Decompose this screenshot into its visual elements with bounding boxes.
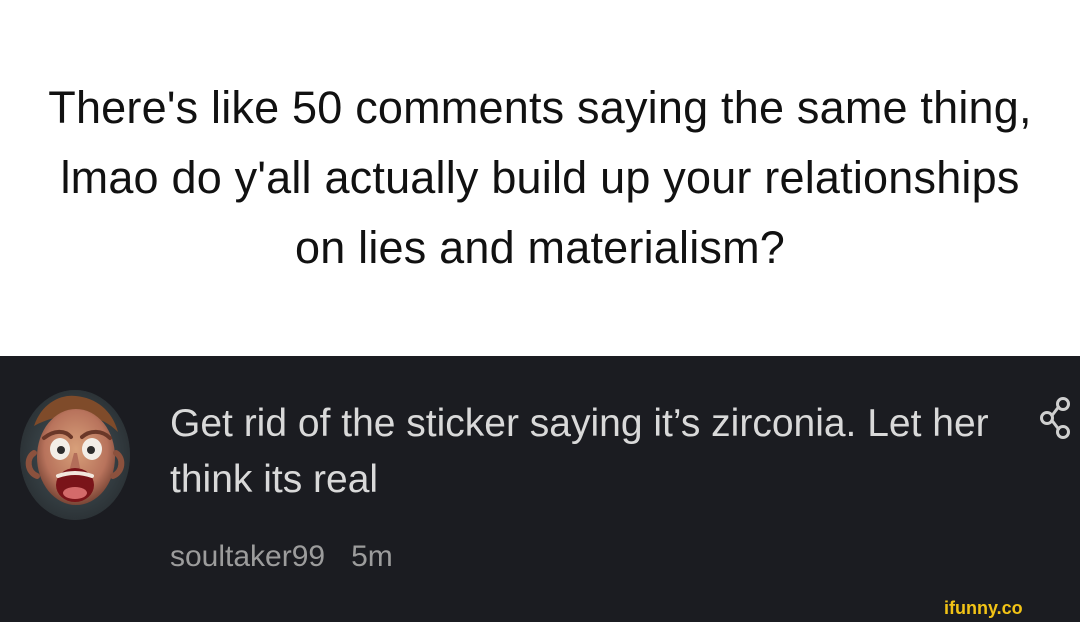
timestamp: 5m bbox=[351, 540, 393, 573]
comment-card: Get rid of the sticker saying it’s zirco… bbox=[0, 356, 1080, 622]
caption-area: There's like 50 comments saying the same… bbox=[0, 0, 1080, 356]
svg-text:ifunny.co: ifunny.co bbox=[944, 598, 1023, 618]
caption-text: There's like 50 comments saying the same… bbox=[48, 82, 1032, 273]
comment-meta: soultaker99 5m bbox=[170, 539, 393, 575]
share-icon[interactable] bbox=[1038, 396, 1074, 440]
username[interactable]: soultaker99 bbox=[170, 539, 325, 575]
ifunny-watermark: ifunny.co bbox=[944, 598, 1072, 618]
comment-text: Get rid of the sticker saying it’s zirco… bbox=[170, 402, 989, 501]
avatar[interactable] bbox=[20, 390, 130, 520]
